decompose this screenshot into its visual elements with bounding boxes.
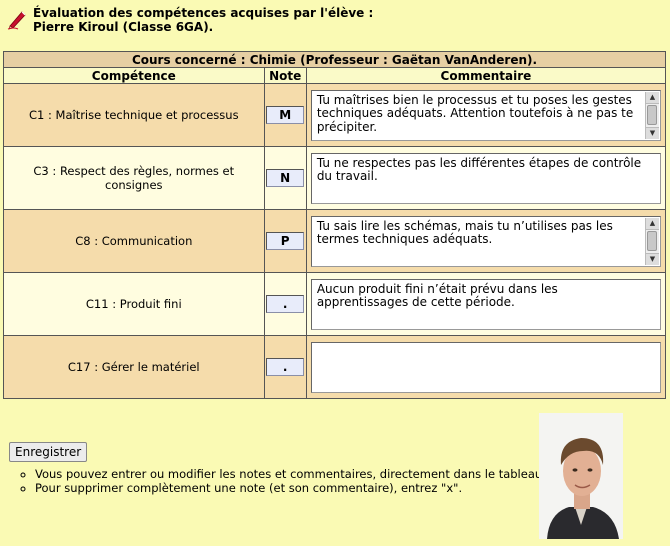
save-button[interactable]: Enregistrer — [9, 442, 88, 462]
note-input[interactable]: P — [266, 232, 305, 250]
tip-item: Pour supprimer complètement une note (et… — [35, 481, 555, 496]
table-row: C3 : Respect des règles, normes et consi… — [3, 146, 667, 210]
table-row: C11 : Produit fini . Aucun produit fini … — [3, 272, 667, 336]
comment-scrollbar[interactable]: ▲ ▼ — [645, 91, 659, 139]
scroll-up-icon[interactable]: ▲ — [646, 217, 659, 230]
student-name: Pierre Kiroul (Classe 6GA). — [33, 20, 214, 34]
note-input[interactable]: N — [266, 169, 305, 187]
competence-label: C17 : Gérer le matériel — [3, 335, 265, 399]
scroll-thumb[interactable] — [647, 230, 657, 251]
evaluation-table: Cours concerné : Chimie (Professeur : Ga… — [3, 51, 667, 399]
scroll-down-icon[interactable]: ▼ — [646, 126, 659, 139]
col-header-competence: Compétence — [3, 67, 265, 84]
tip-item: Vous pouvez entrer ou modifier les notes… — [35, 467, 555, 482]
student-photo — [539, 413, 623, 539]
comment-textarea[interactable]: Tu sais lire les schémas, mais tu n’util… — [311, 216, 660, 266]
competence-label: C3 : Respect des règles, normes et consi… — [3, 146, 265, 210]
col-header-comment: Commentaire — [305, 67, 667, 84]
help-tips: Vous pouvez entrer ou modifier les notes… — [20, 467, 555, 496]
course-title: Cours concerné : Chimie (Professeur : Ga… — [3, 51, 666, 68]
scroll-down-icon[interactable]: ▼ — [646, 252, 659, 265]
comment-scrollbar[interactable]: ▲ ▼ — [645, 217, 659, 265]
comment-textarea[interactable]: Tu maîtrises bien le processus et tu pos… — [311, 90, 660, 140]
note-input[interactable]: M — [266, 106, 305, 124]
header-title: Évaluation des compétences acquises par … — [33, 6, 374, 20]
scroll-up-icon[interactable]: ▲ — [646, 91, 659, 104]
competence-label: C1 : Maîtrise technique et processus — [3, 83, 265, 147]
table-row: C8 : Communication P Tu sais lire les sc… — [3, 209, 667, 273]
note-input[interactable]: . — [266, 358, 305, 376]
competence-label: C8 : Communication — [3, 209, 265, 273]
pencil-icon — [7, 11, 26, 30]
col-header-note: Note — [263, 67, 307, 84]
scroll-thumb[interactable] — [647, 104, 657, 125]
competence-label: C11 : Produit fini — [3, 272, 265, 336]
comment-textarea[interactable]: Aucun produit fini n’était prévu dans le… — [311, 279, 660, 329]
note-input[interactable]: . — [266, 295, 305, 313]
table-row: C1 : Maîtrise technique et processus M T… — [3, 83, 667, 147]
table-row: C17 : Gérer le matériel . — [3, 335, 667, 399]
comment-textarea[interactable] — [311, 342, 660, 392]
comment-textarea[interactable]: Tu ne respectes pas les différentes étap… — [311, 153, 660, 203]
page-header: Évaluation des compétences acquises par … — [6, 6, 373, 34]
